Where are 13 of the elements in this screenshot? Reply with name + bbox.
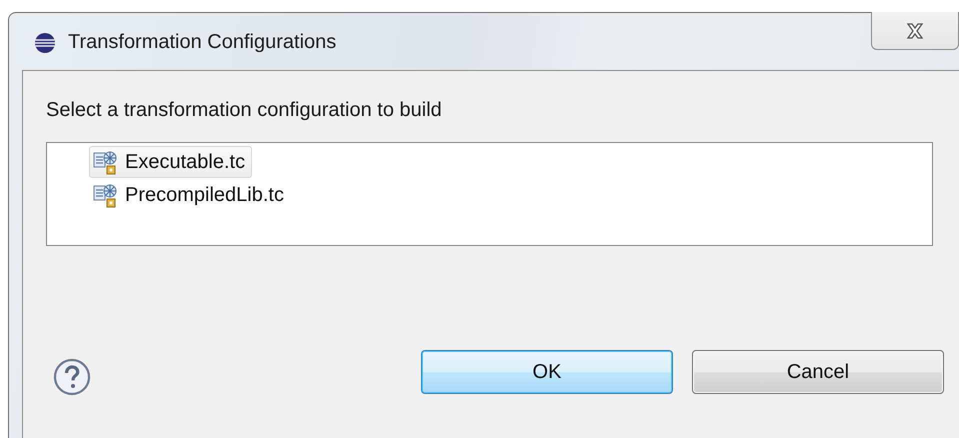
configuration-item[interactable]: PrecompiledLib.tc: [89, 179, 291, 211]
close-icon: [906, 22, 924, 38]
ok-button[interactable]: OK: [421, 350, 673, 394]
configuration-item[interactable]: Executable.tc: [89, 146, 252, 178]
close-button[interactable]: [871, 12, 959, 50]
config-file-icon: [93, 149, 119, 175]
help-icon: [53, 358, 91, 396]
window-title: Transformation Configurations: [68, 31, 336, 54]
app-globe-icon: [34, 32, 56, 54]
prompt-label: Select a transformation configuration to build: [46, 99, 442, 122]
help-button[interactable]: [53, 358, 91, 396]
config-file-icon: [93, 182, 119, 208]
cancel-button[interactable]: Cancel: [692, 350, 944, 394]
